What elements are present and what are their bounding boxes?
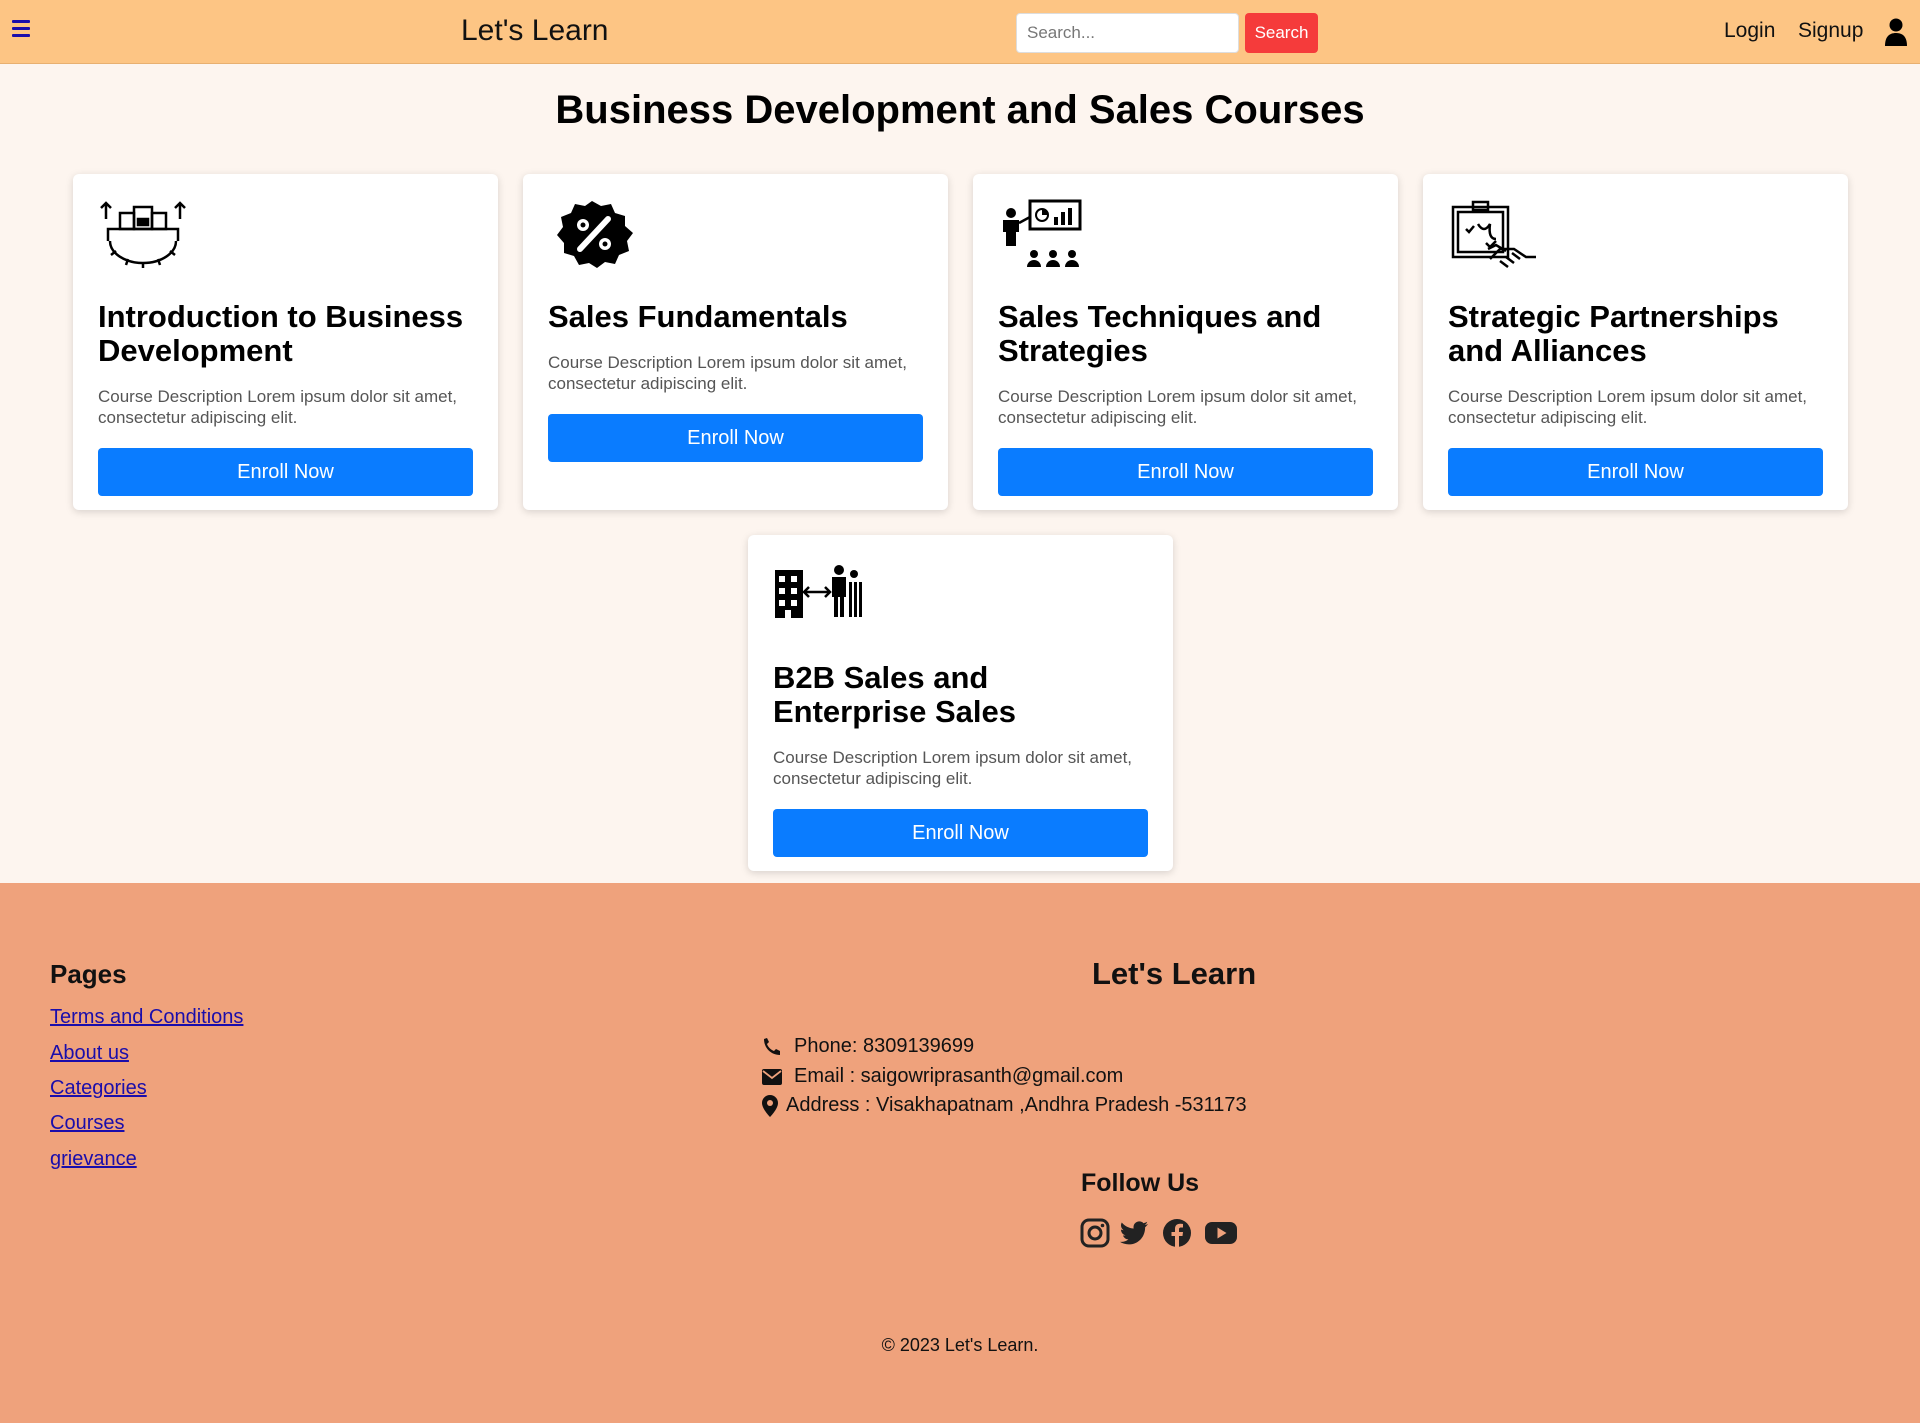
instagram-icon[interactable] xyxy=(1080,1218,1110,1248)
course-card: B2B Sales and Enterprise Sales Course De… xyxy=(748,535,1173,871)
search-button[interactable]: Search xyxy=(1245,13,1318,53)
building-to-people-icon xyxy=(775,565,862,618)
email-text: Email : saigowriprasanth@gmail.com xyxy=(794,1065,1124,1087)
login-link[interactable]: Login xyxy=(1724,19,1775,43)
course-description: Course Description Lorem ipsum dolor sit… xyxy=(1448,387,1808,427)
address-text: Address : Visakhapatnam ,Andhra Pradesh … xyxy=(786,1094,1247,1116)
pages-heading: Pages xyxy=(50,959,127,989)
enroll-now-button[interactable]: Enroll Now xyxy=(998,448,1373,496)
footer-link-grievance[interactable]: grievance xyxy=(50,1148,137,1171)
facebook-icon[interactable] xyxy=(1162,1218,1192,1248)
footer-link-courses[interactable]: Courses xyxy=(50,1112,124,1135)
brand-logo[interactable]: Let's Learn xyxy=(461,14,609,48)
course-description: Course Description Lorem ipsum dolor sit… xyxy=(773,748,1133,788)
course-description: Course Description Lorem ipsum dolor sit… xyxy=(98,387,458,427)
enroll-now-button[interactable]: Enroll Now xyxy=(1448,448,1823,496)
map-pin-icon xyxy=(762,1094,778,1117)
phone-row: Phone: 8309139699 xyxy=(762,1035,974,1058)
footer-link-about[interactable]: About us xyxy=(50,1042,129,1065)
course-card: Sales Techniques and Strategies Course D… xyxy=(973,174,1398,510)
address-row: Address : Visakhapatnam ,Andhra Pradesh … xyxy=(762,1094,1247,1117)
enroll-now-button[interactable]: Enroll Now xyxy=(98,448,473,496)
business-gear-icon xyxy=(100,201,186,268)
course-card: Sales Fundamentals Course Description Lo… xyxy=(523,174,948,510)
footer: Pages Terms and Conditions About us Cate… xyxy=(0,883,1920,1423)
course-title: Introduction to Business Development xyxy=(98,299,464,368)
percent-badge-icon xyxy=(557,201,633,268)
youtube-icon[interactable] xyxy=(1204,1218,1238,1248)
course-title: Sales Fundamentals xyxy=(548,299,848,334)
phone-icon xyxy=(764,1037,780,1055)
footer-link-categories[interactable]: Categories xyxy=(50,1077,147,1100)
enroll-now-button[interactable]: Enroll Now xyxy=(548,414,923,462)
handshake-board-icon xyxy=(1451,200,1536,268)
page-title: Business Development and Sales Courses xyxy=(555,88,1365,132)
course-title: Strategic Partnerships and Alliances xyxy=(1448,299,1779,368)
navbar: Let's Learn Search Login Signup xyxy=(0,0,1920,64)
course-title: B2B Sales and Enterprise Sales xyxy=(773,660,1016,729)
enroll-now-button[interactable]: Enroll Now xyxy=(773,809,1148,857)
course-title: Sales Techniques and Strategies xyxy=(998,299,1322,368)
course-card: Introduction to Business Development Cou… xyxy=(73,174,498,510)
footer-brand: Let's Learn xyxy=(1092,956,1257,991)
presentation-icon xyxy=(1003,199,1082,267)
course-description: Course Description Lorem ipsum dolor sit… xyxy=(548,353,908,393)
course-card: Strategic Partnerships and Alliances Cou… xyxy=(1423,174,1848,510)
follow-us-heading: Follow Us xyxy=(1081,1169,1200,1197)
footer-link-terms[interactable]: Terms and Conditions xyxy=(50,1006,243,1029)
twitter-icon[interactable] xyxy=(1119,1218,1149,1248)
course-description: Course Description Lorem ipsum dolor sit… xyxy=(998,387,1358,427)
search-input[interactable] xyxy=(1016,13,1239,53)
copyright: © 2023 Let's Learn. xyxy=(881,1335,1039,1355)
hamburger-menu-icon[interactable] xyxy=(12,20,30,38)
envelope-icon xyxy=(762,1068,782,1085)
signup-link[interactable]: Signup xyxy=(1798,19,1863,43)
phone-text: Phone: 8309139699 xyxy=(794,1035,975,1057)
user-icon[interactable] xyxy=(1884,18,1908,46)
email-row: Email : saigowriprasanth@gmail.com xyxy=(762,1065,1123,1088)
